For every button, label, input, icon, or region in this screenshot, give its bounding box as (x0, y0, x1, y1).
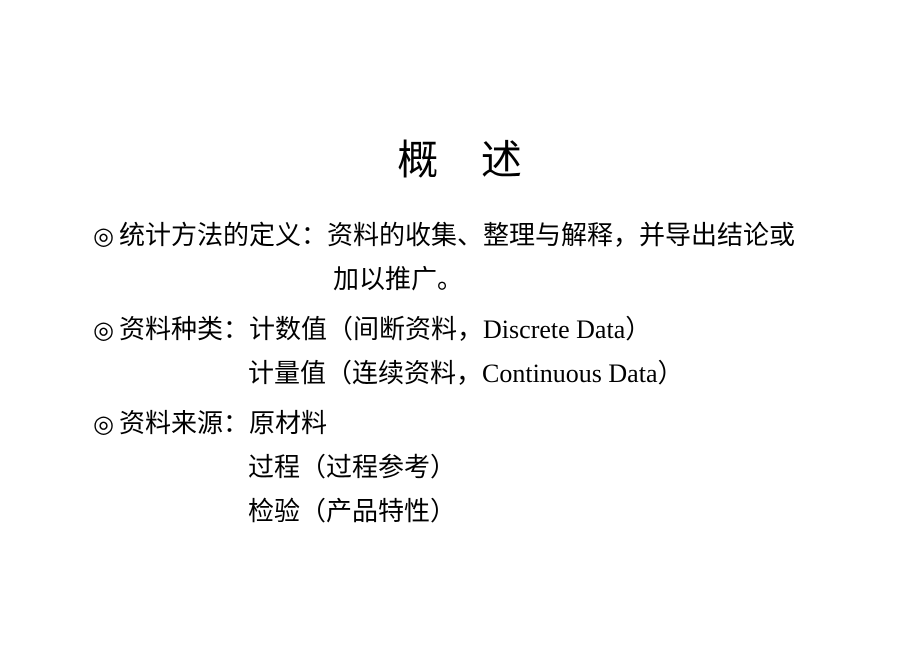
bullet-marker-icon: ◎ (93, 224, 114, 250)
bullet-separator-definition: ： (301, 221, 328, 250)
bullet-line-definition: ◎ 统计方法的定义 ： 资料的收集、整理与解释，并导出结论或 (93, 222, 873, 266)
slide-body: ◎ 统计方法的定义 ： 资料的收集、整理与解释，并导出结论或 加以推广。 ◎ 资… (93, 222, 873, 542)
bullet-group-data-sources: ◎ 资料来源 ： 原材料 过程（过程参考） 检验（产品特性） (93, 410, 873, 542)
bullet-text-definition: 资料的收集、整理与解释，并导出结论或 (327, 221, 796, 250)
bullet-subline-continuous-data: 计量值（连续资料，Continuous Data） (93, 360, 873, 404)
bullet-marker-icon: ◎ (93, 412, 114, 438)
bullet-text-discrete-data: 计数值（间断资料，Discrete Data） (249, 315, 652, 344)
bullet-label-definition: 统计方法的定义 (119, 221, 302, 250)
bullet-group-definition: ◎ 统计方法的定义 ： 资料的收集、整理与解释，并导出结论或 加以推广。 (93, 222, 873, 310)
bullet-line-data-sources: ◎ 资料来源 ： 原材料 (93, 410, 873, 454)
bullet-label-data-types: 资料种类 (119, 315, 224, 344)
bullet-text-raw-material: 原材料 (249, 409, 328, 438)
bullet-line-data-types: ◎ 资料种类 ： 计数值（间断资料，Discrete Data） (93, 316, 873, 360)
bullet-wrap-text-definition: 加以推广。 (333, 265, 464, 294)
bullet-subline-text-continuous-data: 计量值（连续资料，Continuous Data） (248, 359, 684, 388)
bullet-subline-text-process: 过程（过程参考） (248, 453, 457, 482)
bullet-group-data-types: ◎ 资料种类 ： 计数值（间断资料，Discrete Data） 计量值（连续资… (93, 316, 873, 404)
slide-canvas: 概 述 ◎ 统计方法的定义 ： 资料的收集、整理与解释，并导出结论或 加以推广。… (0, 0, 920, 651)
bullet-subline-inspection: 检验（产品特性） (93, 498, 873, 542)
bullet-label-data-sources: 资料来源 (119, 409, 224, 438)
bullet-wrap-definition: 加以推广。 (93, 266, 873, 310)
bullet-subline-process: 过程（过程参考） (93, 454, 873, 498)
bullet-marker-icon: ◎ (93, 318, 114, 344)
bullet-separator-data-sources: ： (223, 409, 250, 438)
bullet-separator-data-types: ： (223, 315, 250, 344)
bullet-subline-text-inspection: 检验（产品特性） (248, 497, 457, 526)
page-title: 概 述 (397, 137, 523, 183)
